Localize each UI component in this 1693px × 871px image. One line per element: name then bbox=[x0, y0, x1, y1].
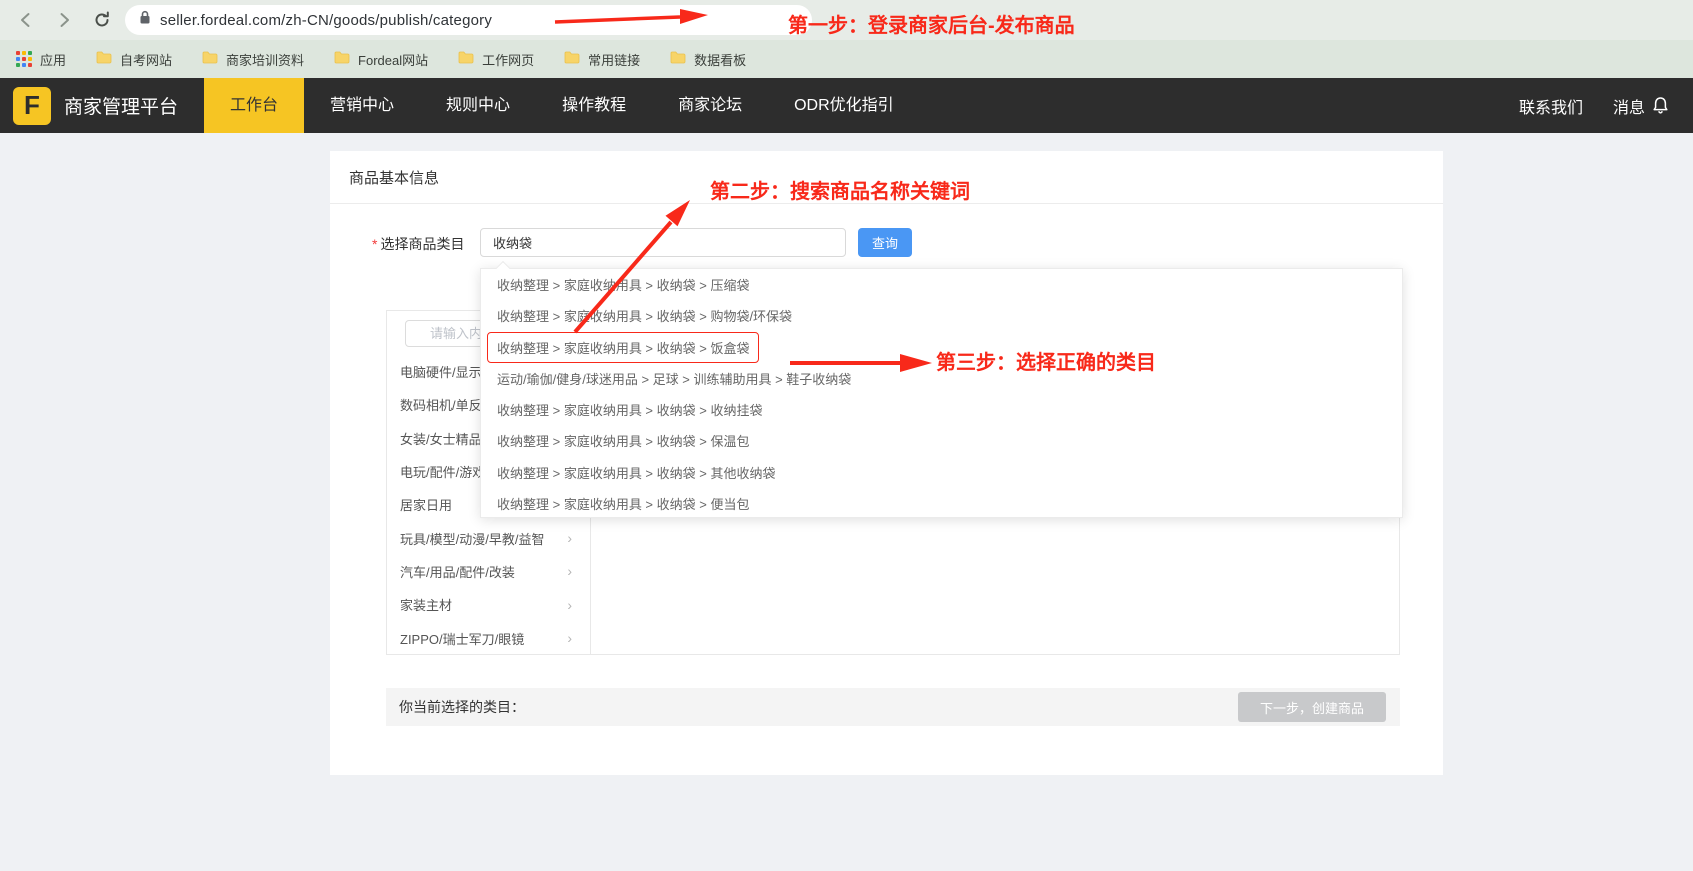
folder-icon bbox=[202, 50, 218, 69]
url-text: seller.fordeal.com/zh-CN/goods/publish/c… bbox=[160, 12, 492, 29]
annotation-step3-text: 第三步：选择正确的类目 bbox=[936, 346, 1156, 375]
lock-icon bbox=[139, 10, 151, 30]
bookmark-folder[interactable]: Fordeal网站 bbox=[334, 50, 428, 69]
chevron-right-icon: › bbox=[567, 630, 572, 646]
category-suggestion[interactable]: 收纳整理 > 家庭收纳用具 > 收纳袋 > 压缩袋 bbox=[481, 269, 1402, 300]
back-icon[interactable] bbox=[14, 8, 38, 32]
tab-marketing-center[interactable]: 营销中心 bbox=[304, 78, 420, 133]
bookmark-folder[interactable]: 数据看板 bbox=[670, 50, 746, 69]
current-selection-bar: 你当前选择的类目： 下一步，创建商品 bbox=[386, 688, 1400, 726]
category-item[interactable]: 玩具/模型/动漫/早教/益智› bbox=[387, 521, 590, 554]
tab-tutorials[interactable]: 操作教程 bbox=[536, 78, 652, 133]
tab-odr-guide[interactable]: ODR优化指引 bbox=[768, 78, 920, 133]
category-field-label: *选择商品类目 bbox=[372, 234, 464, 254]
site-navbar: F 商家管理平台 工作台 营销中心 规则中心 操作教程 商家论坛 ODR优化指引… bbox=[0, 78, 1693, 133]
current-selection-label: 你当前选择的类目： bbox=[399, 697, 525, 717]
category-item[interactable]: 家装主材› bbox=[387, 588, 590, 621]
bookmark-folder[interactable]: 商家培训资料 bbox=[202, 50, 304, 69]
refresh-icon[interactable] bbox=[90, 8, 114, 32]
folder-icon bbox=[458, 50, 474, 69]
category-suggestions-dropdown: 收纳整理 > 家庭收纳用具 > 收纳袋 > 压缩袋 收纳整理 > 家庭收纳用具 … bbox=[480, 268, 1403, 518]
screen: seller.fordeal.com/zh-CN/goods/publish/c… bbox=[0, 0, 1693, 871]
folder-icon bbox=[670, 50, 686, 69]
category-suggestion[interactable]: 收纳整理 > 家庭收纳用具 > 收纳袋 > 保温包 bbox=[481, 425, 1402, 456]
tab-rules-center[interactable]: 规则中心 bbox=[420, 78, 536, 133]
fordeal-logo[interactable]: F bbox=[13, 87, 51, 125]
category-suggestion[interactable]: 收纳整理 > 家庭收纳用具 > 收纳袋 > 便当包 bbox=[481, 488, 1402, 518]
category-suggestion[interactable]: 收纳整理 > 家庭收纳用具 > 收纳袋 > 其他收纳袋 bbox=[481, 457, 1402, 488]
chevron-right-icon: › bbox=[567, 563, 572, 579]
chevron-right-icon: › bbox=[567, 530, 572, 546]
folder-icon bbox=[96, 50, 112, 69]
category-suggestion[interactable]: 收纳整理 > 家庭收纳用具 > 收纳袋 > 购物袋/环保袋 bbox=[481, 300, 1402, 331]
tab-workbench[interactable]: 工作台 bbox=[204, 78, 304, 133]
folder-icon bbox=[334, 50, 350, 69]
category-suggestion[interactable]: 收纳整理 > 家庭收纳用具 > 收纳袋 > 收纳挂袋 bbox=[481, 394, 1402, 425]
next-step-button[interactable]: 下一步，创建商品 bbox=[1238, 692, 1386, 722]
annotation-step1-text: 第一步：登录商家后台-发布商品 bbox=[788, 9, 1075, 38]
bookmarks-bar: 应用 自考网站 商家培训资料 Fordeal网站 工作网页 常用链接 数据看板 bbox=[0, 40, 1693, 78]
bookmark-folder[interactable]: 自考网站 bbox=[96, 50, 172, 69]
bookmark-apps[interactable]: 应用 bbox=[16, 50, 66, 69]
bookmark-folder[interactable]: 常用链接 bbox=[564, 50, 640, 69]
platform-title: 商家管理平台 bbox=[64, 92, 178, 119]
folder-icon bbox=[564, 50, 580, 69]
chevron-right-icon: › bbox=[567, 597, 572, 613]
query-button[interactable]: 查询 bbox=[858, 228, 912, 257]
nav-right: 联系我们 消息 bbox=[1519, 94, 1669, 118]
bookmark-folder[interactable]: 工作网页 bbox=[458, 50, 534, 69]
apps-grid-icon bbox=[16, 51, 32, 67]
messages-link[interactable]: 消息 bbox=[1613, 94, 1669, 118]
category-keyword-input[interactable] bbox=[480, 228, 846, 257]
annotation-step2-text: 第二步：搜索商品名称关键词 bbox=[710, 175, 970, 204]
tab-merchant-forum[interactable]: 商家论坛 bbox=[652, 78, 768, 133]
required-asterisk: * bbox=[372, 236, 377, 252]
card-title: 商品基本信息 bbox=[349, 167, 439, 188]
nav-tabs: 工作台 营销中心 规则中心 操作教程 商家论坛 ODR优化指引 bbox=[204, 78, 920, 133]
category-item[interactable]: 汽车/用品/配件/改装› bbox=[387, 555, 590, 588]
forward-icon[interactable] bbox=[52, 8, 76, 32]
address-bar[interactable]: seller.fordeal.com/zh-CN/goods/publish/c… bbox=[125, 5, 812, 35]
bell-icon bbox=[1652, 96, 1669, 115]
contact-us-link[interactable]: 联系我们 bbox=[1519, 94, 1583, 118]
category-item[interactable]: ZIPPO/瑞士军刀/眼镜› bbox=[387, 621, 590, 654]
